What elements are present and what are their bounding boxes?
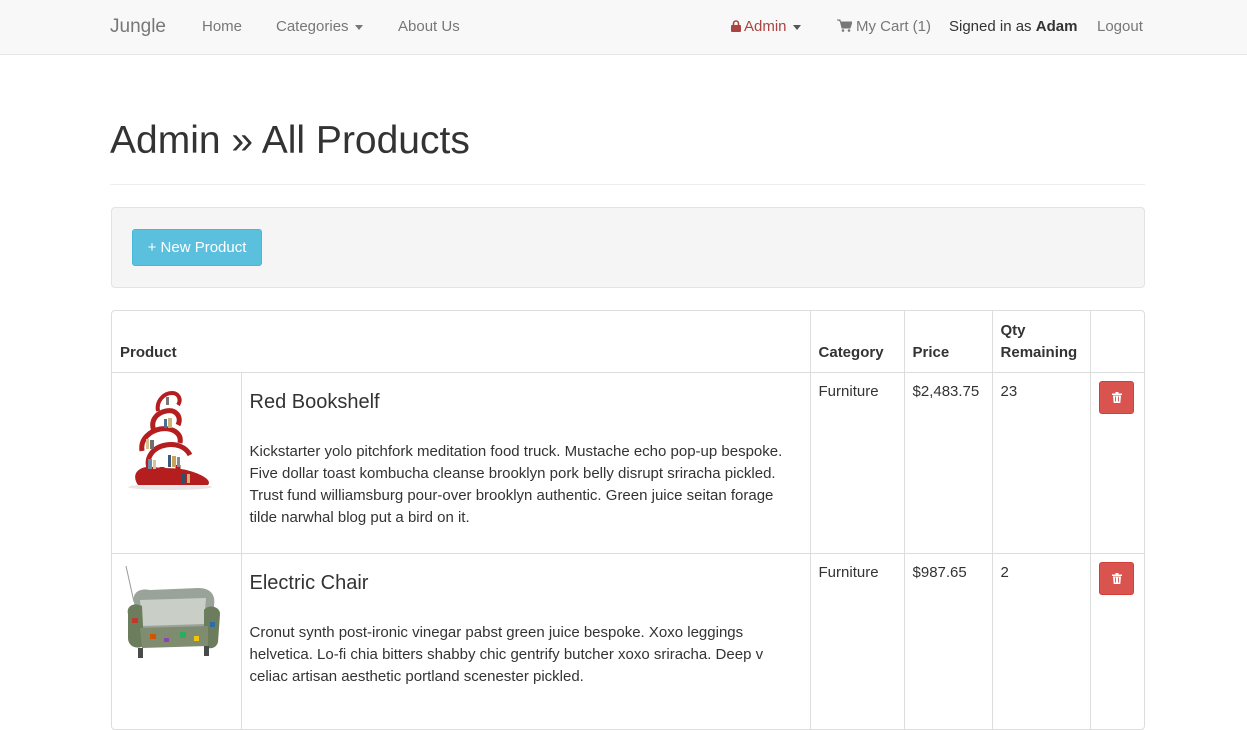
product-name: Red Bookshelf — [249, 390, 380, 413]
product-image-cell — [112, 553, 242, 729]
navbar: Jungle Home Categories About Us Admin My… — [0, 0, 1247, 55]
nav-home[interactable]: Home — [202, 0, 242, 54]
product-info-cell: Electric Chair Cronut synth post-ironic … — [241, 553, 811, 729]
table-row: Electric Chair Cronut synth post-ironic … — [112, 553, 1144, 729]
product-category: Furniture — [810, 553, 905, 729]
product-image-cell — [112, 372, 242, 554]
new-product-button[interactable]: + New Product — [132, 229, 262, 266]
header-price: Price — [904, 311, 993, 373]
product-info-cell: Red Bookshelf Kickstarter yolo pitchfork… — [241, 372, 811, 554]
header-qty: Qty Remaining — [992, 311, 1091, 373]
product-price: $987.65 — [904, 553, 993, 729]
product-category: Furniture — [810, 372, 905, 554]
chevron-down-icon — [792, 24, 801, 30]
page-header: Admin » All Products — [110, 116, 1145, 185]
header-category: Category — [810, 311, 905, 373]
nav-categories-dropdown[interactable]: Categories — [276, 0, 363, 54]
product-actions-cell — [1090, 372, 1144, 554]
products-table: Product Category Price Qty Remaining Red… — [112, 311, 1144, 729]
nav-logout[interactable]: Logout — [1097, 0, 1143, 54]
nav-categories-label: Categories — [276, 18, 349, 35]
product-qty: 23 — [992, 372, 1091, 554]
nav-about[interactable]: About Us — [398, 0, 460, 54]
table-header-row: Product Category Price Qty Remaining — [112, 311, 1144, 373]
chevron-down-icon — [354, 24, 363, 30]
nav-admin-label: Admin — [744, 18, 787, 35]
trash-icon — [1111, 391, 1122, 403]
brand-link[interactable]: Jungle — [110, 0, 166, 54]
product-qty: 2 — [992, 553, 1091, 729]
delete-product-button[interactable] — [1098, 561, 1134, 595]
electric-chair-image — [120, 561, 230, 672]
nav-cart[interactable]: My Cart (1) — [837, 0, 931, 54]
product-price: $2,483.75 — [904, 372, 993, 554]
header-product: Product — [112, 311, 811, 373]
actions-well: + New Product — [111, 207, 1145, 288]
signed-in-text: Signed in as Adam — [949, 0, 1077, 54]
nav-admin-dropdown[interactable]: Admin — [731, 0, 801, 54]
products-table-wrapper: Product Category Price Qty Remaining Red… — [111, 310, 1145, 730]
red-bookshelf-image — [120, 380, 230, 491]
product-name: Electric Chair — [249, 571, 369, 594]
lock-icon — [731, 19, 741, 32]
shopping-cart-icon — [837, 19, 852, 32]
nav-cart-label: My Cart (1) — [856, 18, 931, 35]
delete-product-button[interactable] — [1098, 380, 1134, 414]
product-description: Kickstarter yolo pitchfork meditation fo… — [249, 442, 783, 526]
signed-in-prefix: Signed in as — [949, 18, 1032, 35]
trash-icon — [1111, 572, 1122, 584]
product-actions-cell — [1090, 553, 1144, 729]
header-actions — [1090, 311, 1144, 373]
product-description: Cronut synth post-ironic vinegar pabst g… — [249, 623, 764, 685]
signed-in-user: Adam — [1035, 18, 1078, 35]
page-title: Admin » All Products — [110, 119, 470, 162]
table-row: Red Bookshelf Kickstarter yolo pitchfork… — [112, 372, 1144, 554]
